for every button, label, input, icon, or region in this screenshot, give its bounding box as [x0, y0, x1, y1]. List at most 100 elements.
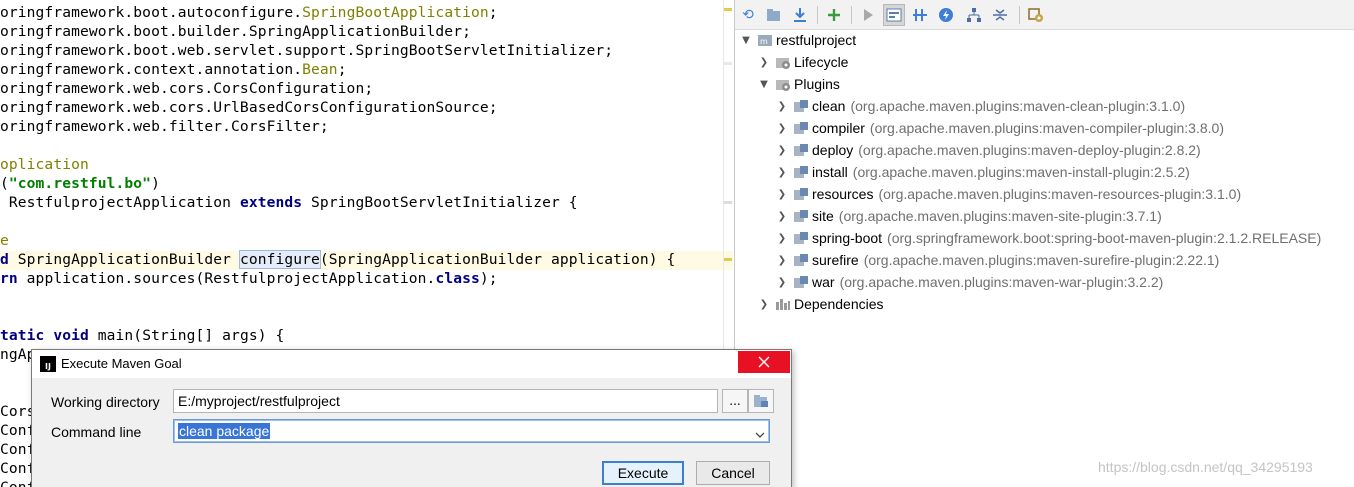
reimport-folder-icon[interactable] — [763, 4, 785, 26]
code-token: main(String[] args) { — [88, 327, 285, 344]
execute-button[interactable]: Execute — [602, 461, 684, 485]
chevron-right-icon[interactable]: ❯ — [775, 255, 789, 266]
command-line-label: Command line — [51, 424, 142, 440]
tree-node-lifecycle[interactable]: ❯ Lifecycle — [757, 51, 849, 73]
code-line[interactable]: oringframework.boot.builder.SpringApplic… — [0, 22, 471, 41]
select-module-button[interactable] — [748, 389, 774, 413]
code-token: oplication — [0, 156, 89, 173]
maven-plugin-icon — [793, 165, 809, 179]
code-line[interactable]: oplication — [0, 155, 89, 174]
code-line[interactable]: oringframework.web.cors.CorsConfiguratio… — [0, 79, 373, 98]
code-line[interactable]: oringframework.web.filter.CorsFilter; — [0, 117, 329, 136]
chevron-down-icon[interactable]: ▼ — [739, 35, 753, 46]
code-line[interactable]: e — [0, 231, 9, 250]
working-directory-field[interactable]: E:/myproject/restfulproject — [173, 389, 718, 413]
stripe-mark[interactable] — [724, 62, 732, 65]
plugin-node-resources[interactable]: ❯ resources (org.apache.maven.plugins:mave… — [775, 183, 1241, 205]
code-token: extends — [239, 194, 303, 211]
chevron-down-icon[interactable]: ▼ — [757, 79, 771, 90]
plugins-folder-icon — [775, 77, 791, 91]
tree-node-dependencies[interactable]: ❯ Dependencies — [757, 293, 884, 315]
plugin-node-war[interactable]: ❯ war (org.apache.maven.plugins:maven-war-… — [775, 271, 1164, 293]
stripe-warning-mark[interactable] — [724, 8, 732, 11]
plugin-name: spring-boot — [812, 230, 883, 246]
maven-plugin-icon — [793, 209, 809, 223]
code-token: oringframework.context.annotation. — [0, 61, 303, 78]
code-line[interactable]: RestfulprojectApplication extends Spring… — [0, 193, 578, 212]
dialog-titlebar[interactable]: IJ Execute Maven Goal — [32, 350, 791, 378]
chevron-right-icon[interactable]: ❯ — [757, 299, 771, 310]
tree-node-label: Dependencies — [794, 296, 884, 312]
code-line[interactable]: rn application.sources(RestfulprojectApp… — [0, 269, 498, 288]
code-token: oringframework.web.cors.CorsConfiguratio… — [0, 80, 374, 97]
code-line[interactable]: d SpringApplicationBuilder configure(Spr… — [0, 250, 675, 269]
code-token: tatic void — [0, 327, 89, 344]
chevron-right-icon[interactable]: ❯ — [775, 211, 789, 222]
maven-plugin-icon — [793, 187, 809, 201]
code-token: SpringBootApplication — [302, 4, 489, 21]
plugin-node-compiler[interactable]: ❯ compiler (org.apache.maven.plugins:maven… — [775, 117, 1224, 139]
chevron-right-icon[interactable]: ❯ — [775, 123, 789, 134]
code-token: (SpringApplicationBuilder application) { — [319, 251, 676, 268]
add-icon[interactable] — [823, 4, 845, 26]
stripe-warning-mark[interactable] — [724, 258, 732, 261]
chevron-right-icon[interactable]: ❯ — [775, 189, 789, 200]
code-token: oringframework.boot.web.servlet.support.… — [0, 42, 614, 59]
chevron-right-icon[interactable]: ❯ — [775, 277, 789, 288]
plugin-coordinates: (org.apache.maven.plugins:maven-deploy-p… — [858, 142, 1201, 158]
chevron-right-icon[interactable]: ❯ — [775, 145, 789, 156]
plugin-node-surefire[interactable]: ❯ surefire (org.apache.maven.plugins:maven… — [775, 249, 1220, 271]
toolbar-separator — [851, 6, 852, 24]
plugin-coordinates: (org.apache.maven.plugins:maven-clean-pl… — [850, 98, 1186, 114]
chevron-right-icon[interactable]: ❯ — [775, 101, 789, 112]
maven-plugin-icon — [793, 143, 809, 157]
plugin-node-site[interactable]: ❯ site (org.apache.maven.plugins:maven-sit… — [775, 205, 1162, 227]
plugin-node-clean[interactable]: ❯ clean (org.apache.maven.plugins:maven-cl… — [775, 95, 1185, 117]
plugin-coordinates: (org.apache.maven.plugins:maven-resource… — [878, 186, 1242, 202]
tree-root-restfulproject[interactable]: ▼ m restfulproject — [739, 29, 856, 51]
code-line[interactable]: oringframework.boot.autoconfigure.Spring… — [0, 3, 498, 22]
code-line[interactable]: oringframework.boot.web.servlet.support.… — [0, 41, 613, 60]
plugin-name: deploy — [812, 142, 854, 158]
code-token: SpringBootServletInitializer { — [302, 194, 578, 211]
tree-node-plugins[interactable]: ▼ Plugins — [757, 73, 840, 95]
code-line[interactable]: tatic void main(String[] args) { — [0, 326, 284, 345]
toolbar-separator — [817, 6, 818, 24]
lifecycle-folder-icon — [775, 55, 791, 69]
plugin-node-spring-boot[interactable]: ❯ spring-boot (org.springframework.boot:sp… — [775, 227, 1321, 249]
plugin-node-deploy[interactable]: ❯ deploy (org.apache.maven.plugins:maven-d… — [775, 139, 1201, 161]
chevron-right-icon[interactable]: ❯ — [757, 57, 771, 68]
code-token: e — [0, 232, 9, 249]
download-icon[interactable] — [789, 4, 811, 26]
watermark: https://blog.csdn.net/qq_34295193 — [1098, 459, 1313, 475]
maven-toolbar: ⟲ — [735, 0, 1354, 30]
toggle-offline-icon[interactable] — [909, 4, 931, 26]
collapse-all-icon[interactable] — [989, 4, 1011, 26]
tree-node-label: Lifecycle — [794, 54, 849, 70]
skip-tests-icon[interactable] — [935, 4, 957, 26]
tree-node-label: Plugins — [794, 76, 840, 92]
chevron-right-icon[interactable]: ❯ — [775, 233, 789, 244]
plugin-node-install[interactable]: ❯ install (org.apache.maven.plugins:maven-… — [775, 161, 1190, 183]
show-dependencies-icon[interactable] — [963, 4, 985, 26]
settings-icon[interactable] — [1025, 4, 1047, 26]
close-button[interactable] — [738, 351, 790, 373]
code-line[interactable]: ("com.restful.bo") — [0, 174, 160, 193]
working-directory-label: Working directory — [51, 394, 160, 410]
run-icon[interactable] — [857, 4, 879, 26]
code-line[interactable]: oringframework.context.annotation.Bean; — [0, 60, 347, 79]
highlighted-identifier: configure — [238, 250, 321, 269]
chevron-down-icon[interactable] — [755, 425, 765, 443]
code-token: oringframework.boot.builder.SpringApplic… — [0, 23, 471, 40]
plugin-name: compiler — [812, 120, 865, 136]
command-line-combobox[interactable]: clean package — [173, 419, 770, 443]
stripe-mark[interactable] — [724, 201, 732, 204]
cancel-button[interactable]: Cancel — [696, 461, 770, 485]
refresh-icon[interactable]: ⟲ — [737, 4, 759, 26]
code-token: ); — [479, 270, 498, 287]
chevron-right-icon[interactable]: ❯ — [775, 167, 789, 178]
execute-goal-icon[interactable] — [883, 4, 905, 26]
command-line-value[interactable]: clean package — [178, 423, 271, 439]
browse-button[interactable]: ... — [722, 389, 748, 413]
code-line[interactable]: oringframework.web.cors.UrlBasedCorsConf… — [0, 98, 498, 117]
